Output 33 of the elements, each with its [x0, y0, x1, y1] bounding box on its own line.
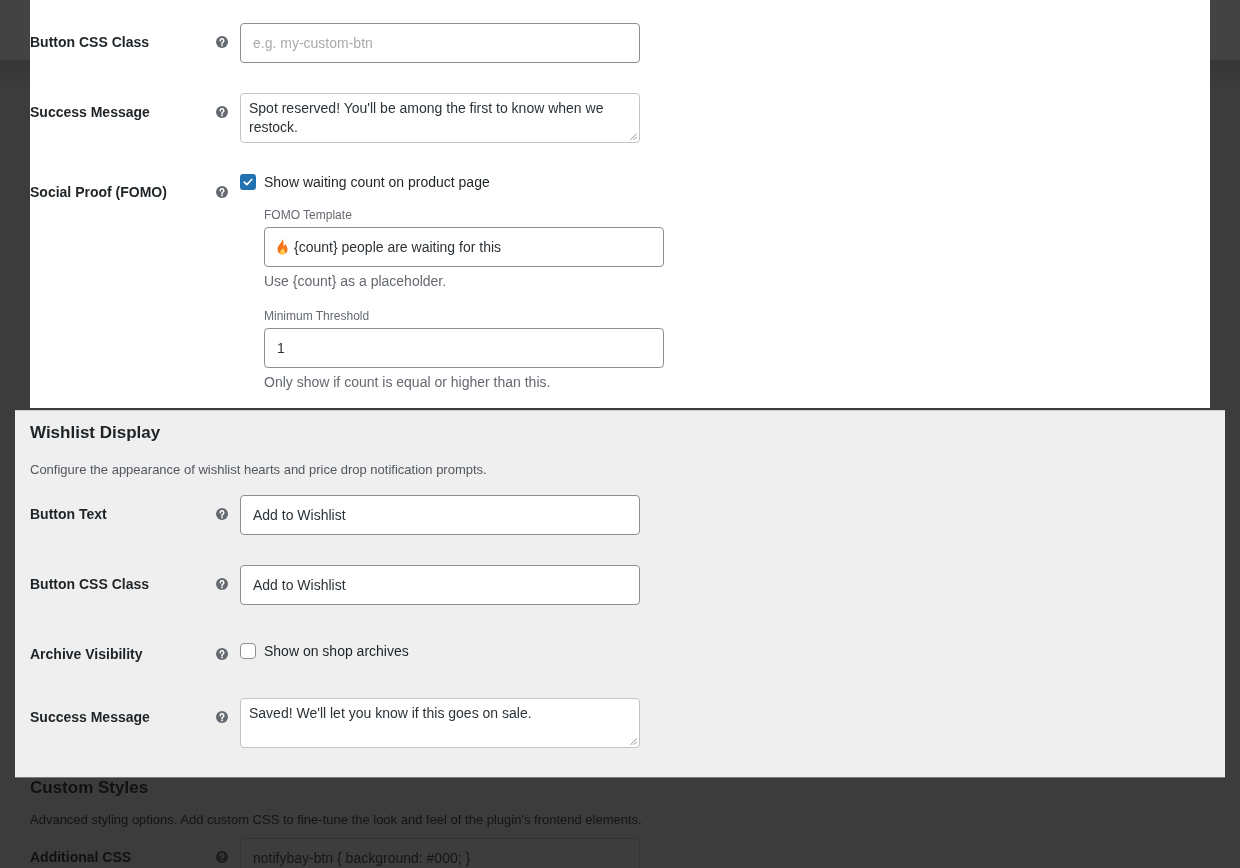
- text-area[interactable]: Saved! We'll let you know if this goes on sale.: [240, 698, 640, 748]
- help-icon[interactable]: [216, 186, 228, 198]
- field-label: Success Message: [30, 708, 150, 726]
- field-label: Button Text: [30, 505, 107, 523]
- text-field[interactable]: Add to Wishlist: [240, 495, 640, 535]
- flame-icon: [277, 239, 288, 255]
- field-label: Button CSS Class: [30, 33, 149, 51]
- help-icon[interactable]: [216, 711, 228, 723]
- help-icon[interactable]: [216, 36, 228, 48]
- checkbox-label: Show on shop archives: [264, 643, 409, 659]
- help-icon[interactable]: [216, 648, 228, 660]
- field-label: Button CSS Class: [30, 575, 149, 593]
- field-label: Archive Visibility: [30, 645, 143, 663]
- text-field[interactable]: 1: [264, 328, 664, 368]
- field-label: Minimum Threshold: [264, 308, 370, 324]
- field-label: Social Proof (FOMO): [30, 183, 167, 201]
- text-field[interactable]: {count} people are waiting for this: [264, 227, 664, 267]
- field-label: FOMO Template: [264, 207, 352, 223]
- resize-handle-icon[interactable]: [630, 738, 637, 745]
- checkbox-label: Show waiting count on product page: [264, 174, 490, 190]
- help-icon[interactable]: [216, 508, 228, 520]
- help-icon[interactable]: [216, 578, 228, 590]
- text-field[interactable]: Add to Wishlist: [240, 565, 640, 605]
- help-text: Only show if count is equal or higher than this.: [264, 373, 551, 391]
- checkbox[interactable]: [240, 174, 256, 190]
- field-label: Success Message: [30, 103, 150, 121]
- help-icon[interactable]: [216, 106, 228, 118]
- help-text: Use {count} as a placeholder.: [264, 272, 447, 290]
- text-area[interactable]: Spot reserved! You'll be among the first to know when we restock.: [240, 93, 640, 143]
- section-heading: Wishlist Display: [30, 423, 161, 443]
- checkbox[interactable]: [240, 643, 256, 659]
- resize-handle-icon[interactable]: [630, 133, 637, 140]
- section-description: Configure the appearance of wishlist hearts and price drop notification prompts.: [30, 461, 487, 479]
